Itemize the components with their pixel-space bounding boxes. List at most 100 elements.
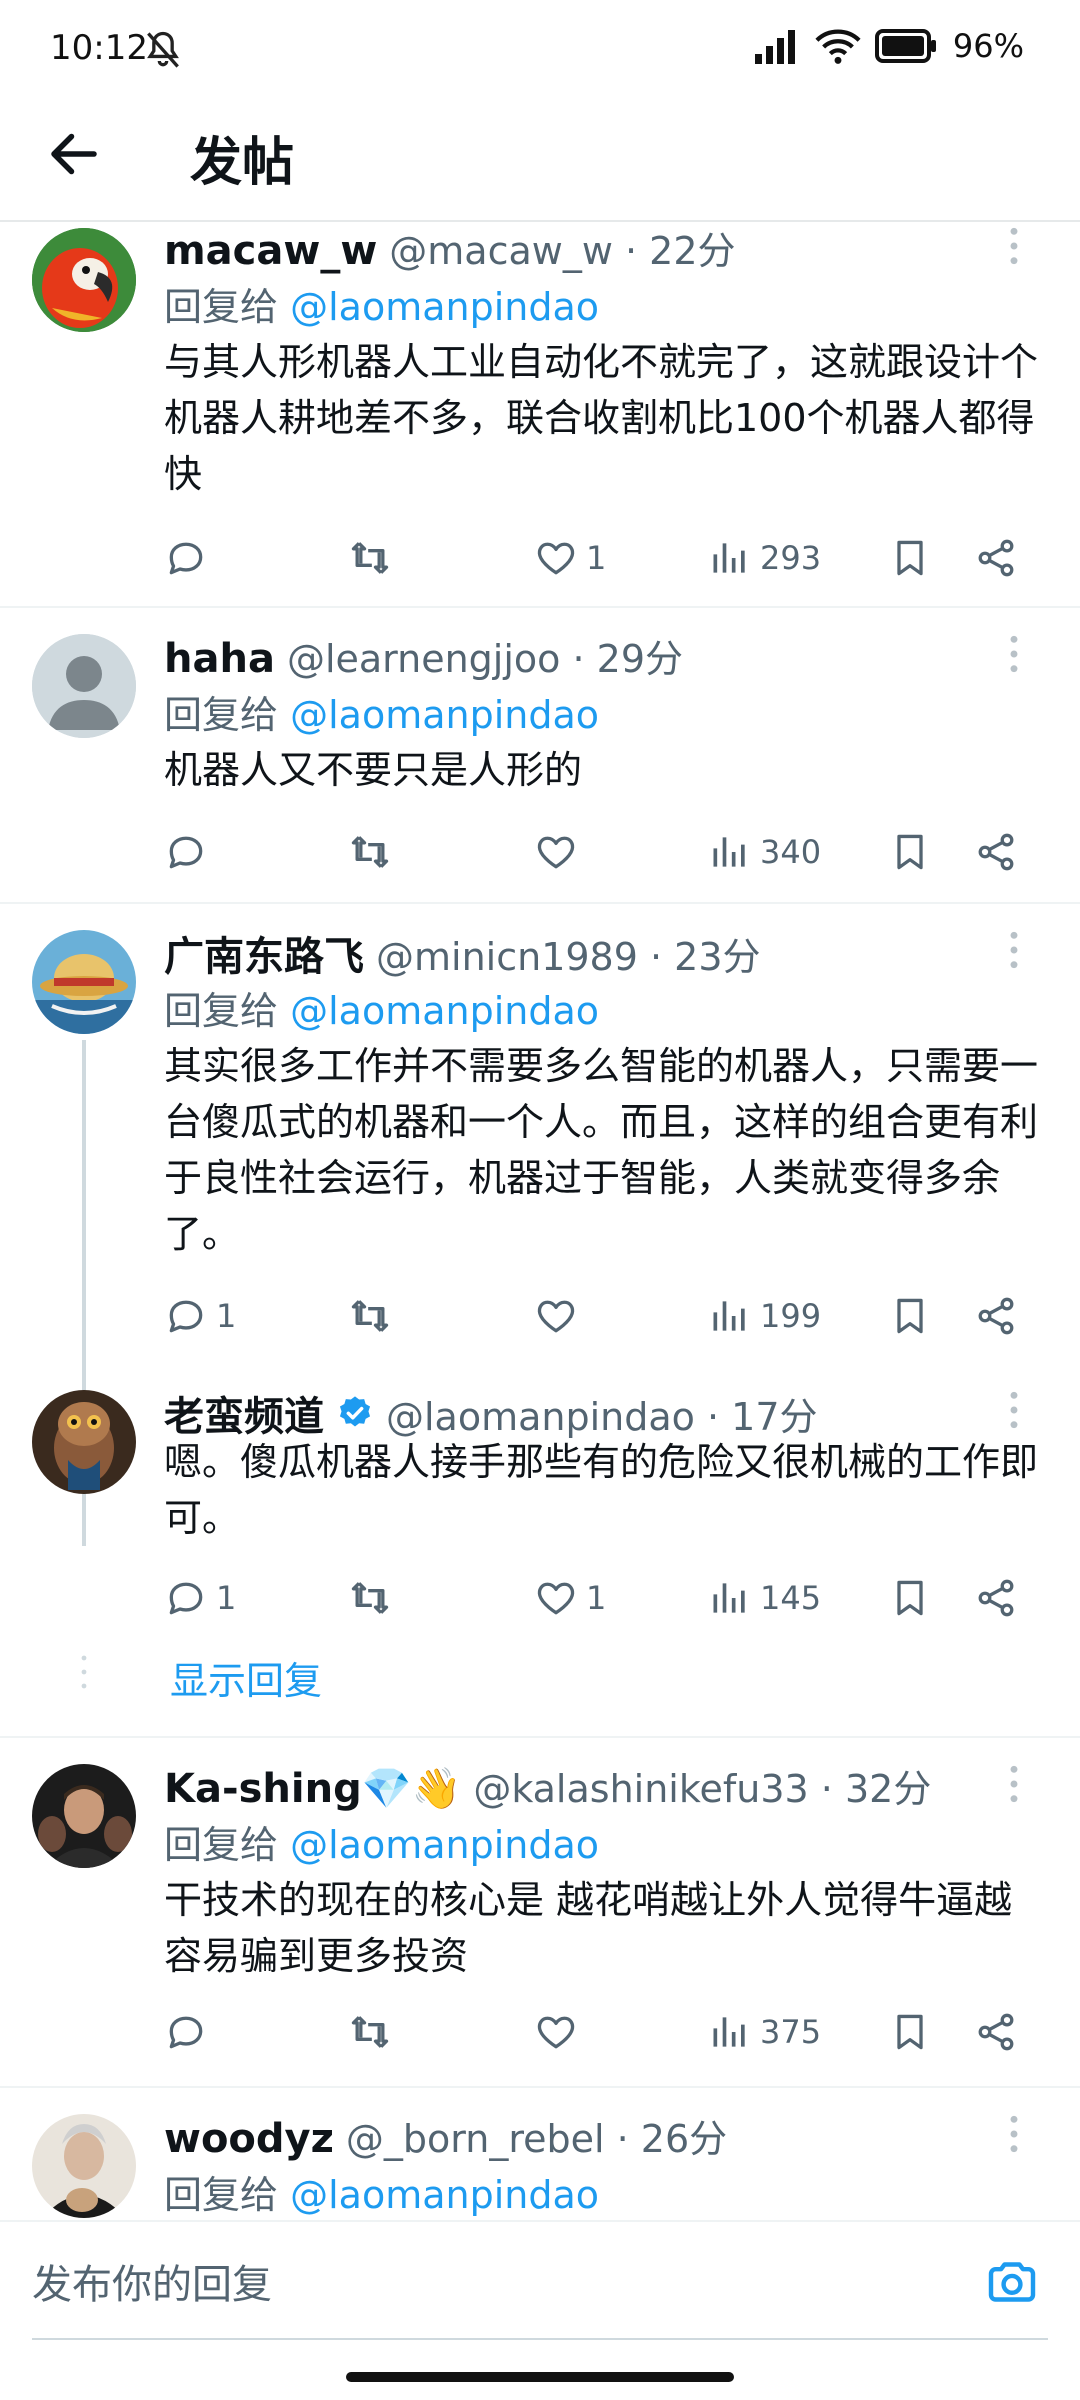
post-text: 其实很多工作并不需要多么智能的机器人，只需要一台傻瓜式的机器和一个人。而且，这样… [164, 1044, 1039, 1256]
share-button[interactable] [974, 822, 1018, 882]
post-header: haha @learnengjjoo · 29分 [164, 628, 990, 683]
status-bar: 10:12 96% [0, 0, 1080, 100]
reply-button[interactable] [164, 822, 216, 882]
display-name[interactable]: haha [164, 636, 275, 682]
user-handle[interactable]: @kalashinikefu33 [473, 1767, 808, 1811]
bookmark-button[interactable] [888, 2002, 932, 2062]
retweet-button[interactable] [348, 1286, 392, 1346]
views-button[interactable]: 340 [708, 822, 821, 882]
reply-icon [169, 542, 203, 575]
camera-icon[interactable] [984, 2254, 1040, 2310]
reply-button[interactable]: 1 [164, 1568, 236, 1628]
show-replies-link[interactable]: 显示回复 [170, 1650, 322, 1705]
reply-compose-bar: 发布你的回复 [0, 2220, 1080, 2340]
more-options-icon[interactable] [994, 226, 1034, 266]
share-button[interactable] [974, 1286, 1018, 1346]
thread-item: 广南东路飞 @minicn1989 · 23分 回复给 @laomanpinda… [0, 904, 1080, 1738]
like-count: 1 [586, 539, 607, 577]
user-handle[interactable]: @learnengjjoo [287, 637, 560, 681]
more-options-icon[interactable] [994, 1390, 1034, 1430]
avatar[interactable] [32, 930, 136, 1034]
post-header: woodyz @_born_rebel · 26分 [164, 2108, 990, 2163]
retweet-icon [351, 836, 389, 868]
more-options-icon[interactable] [994, 634, 1034, 674]
post-item[interactable]: Ka-shing💎👋 @kalashinikefu33 · 32分 回复给 @l… [0, 1738, 1080, 2088]
more-options-icon[interactable] [994, 2114, 1034, 2154]
bookmark-button[interactable] [888, 1568, 932, 1628]
more-options-icon[interactable] [994, 930, 1034, 970]
user-handle[interactable]: @laomanpindao [386, 1395, 695, 1439]
user-handle[interactable]: @_born_rebel [346, 2117, 605, 2161]
display-name[interactable]: 广南东路飞 [164, 924, 364, 982]
avatar[interactable] [32, 2114, 136, 2218]
views-button[interactable]: 145 [708, 1568, 821, 1628]
avatar[interactable] [32, 1390, 136, 1494]
reply-button[interactable] [164, 528, 216, 588]
retweet-button[interactable] [348, 1568, 392, 1628]
reply-count: 1 [216, 1579, 237, 1617]
bookmark-icon [897, 834, 923, 870]
views-button[interactable]: 375 [708, 2002, 821, 2062]
share-icon [978, 2013, 1014, 2051]
user-handle[interactable]: @minicn1989 [376, 935, 638, 979]
views-icon [713, 2017, 745, 2047]
display-name[interactable]: Ka-shing💎👋 [164, 1765, 461, 1812]
thread-dots [81, 1655, 87, 1689]
post-time: 26分 [640, 2117, 728, 2161]
reply-count: 1 [216, 1297, 237, 1335]
reply-mention-link[interactable]: @laomanpindao [290, 2173, 599, 2217]
retweet-button[interactable] [348, 2002, 392, 2062]
post-item[interactable]: woodyz @_born_rebel · 26分 回复给 @laomanpin… [0, 2088, 1080, 2220]
separator-dot: · [604, 2117, 641, 2161]
views-button[interactable]: 199 [708, 1286, 821, 1346]
reply-button[interactable] [164, 2002, 216, 2062]
like-icon [537, 836, 575, 869]
bookmark-button[interactable] [888, 528, 932, 588]
reply-mention-link[interactable]: @laomanpindao [290, 285, 599, 329]
back-arrow-icon[interactable] [44, 124, 104, 184]
display-name[interactable]: woodyz [164, 2116, 334, 2162]
more-options-icon[interactable] [994, 1764, 1034, 1804]
thread-line [82, 1496, 86, 1546]
like-button[interactable] [534, 822, 586, 882]
views-button[interactable]: 293 [708, 528, 821, 588]
user-handle[interactable]: @macaw_w [389, 229, 613, 273]
like-icon [537, 1582, 575, 1615]
separator-dot: · [560, 637, 597, 681]
post-header: Ka-shing💎👋 @kalashinikefu33 · 32分 [164, 1758, 990, 1813]
share-icon [978, 1297, 1014, 1335]
like-button[interactable] [534, 1286, 586, 1346]
avatar[interactable] [32, 634, 136, 738]
post-text: 嗯。傻瓜机器人接手那些有的危险又很机械的工作即可。 [164, 1440, 1039, 1540]
bookmark-button[interactable] [888, 1286, 932, 1346]
share-button[interactable] [974, 1568, 1018, 1628]
status-time: 10:12 [50, 28, 148, 68]
separator-dot: · [808, 1767, 845, 1811]
post-item[interactable]: haha @learnengjjoo · 29分 回复给 @laomanpind… [0, 608, 1080, 904]
display-name[interactable]: macaw_w [164, 228, 377, 274]
share-button[interactable] [974, 528, 1018, 588]
reply-to-label: 回复给 [164, 693, 279, 737]
post-time: 29分 [596, 637, 684, 681]
like-button[interactable]: 1 [534, 528, 606, 588]
post-time: 32分 [844, 1767, 932, 1811]
bookmark-button[interactable] [888, 822, 932, 882]
retweet-icon [351, 542, 389, 574]
reply-to-label: 回复给 [164, 989, 279, 1033]
retweet-button[interactable] [348, 528, 392, 588]
reply-input[interactable]: 发布你的回复 [32, 2252, 932, 2310]
gesture-home-bar[interactable] [346, 2372, 734, 2382]
post-item[interactable]: macaw_w @macaw_w · 22分 回复给 @laomanpindao… [0, 224, 1080, 608]
avatar[interactable] [32, 1764, 136, 1868]
reply-mention-link[interactable]: @laomanpindao [290, 989, 599, 1033]
reply-mention-link[interactable]: @laomanpindao [290, 1823, 599, 1867]
retweet-button[interactable] [348, 822, 392, 882]
views-icon [713, 1583, 745, 1613]
reply-mention-link[interactable]: @laomanpindao [290, 693, 599, 737]
avatar[interactable] [32, 228, 136, 332]
reply-to-line: 回复给 @laomanpindao [164, 684, 599, 739]
share-button[interactable] [974, 2002, 1018, 2062]
like-button[interactable]: 1 [534, 1568, 606, 1628]
reply-button[interactable]: 1 [164, 1286, 236, 1346]
like-button[interactable] [534, 2002, 586, 2062]
